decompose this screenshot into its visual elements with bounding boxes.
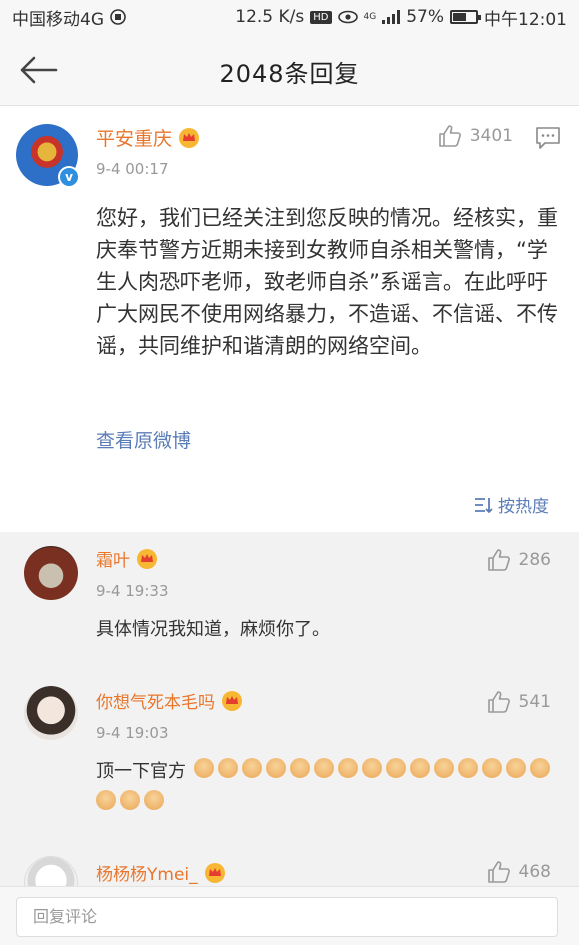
like-count: 468 xyxy=(518,862,551,882)
author-label: 平安重庆 xyxy=(96,128,173,150)
crown-icon xyxy=(204,862,225,883)
fist-emoji-icon xyxy=(386,758,406,778)
status-bar: 中国移动4G 12.5 K/s HD 4G 57% 中午12:01 xyxy=(0,0,579,34)
thumbs-up-icon xyxy=(438,125,461,147)
clock: 中午12:01 xyxy=(484,9,567,30)
sort-icon xyxy=(475,497,493,513)
like-count: 541 xyxy=(518,692,551,712)
page-title: 2048条回复 xyxy=(219,60,360,88)
battery-percent: 57% xyxy=(406,7,444,27)
like-count: 286 xyxy=(518,550,551,570)
reply-list: 霜叶 9-4 19:33 具体情况我知道，麻烦你了。 286 你想气死本毛吗 9… xyxy=(0,532,579,886)
avatar[interactable] xyxy=(24,686,78,740)
carrier-label: 中国移动4G xyxy=(12,9,104,30)
fist-emoji-icon xyxy=(194,758,214,778)
fist-emoji-icon xyxy=(458,758,478,778)
fist-emoji-icon xyxy=(434,758,454,778)
crown-icon xyxy=(179,127,200,148)
avatar[interactable] xyxy=(24,856,78,886)
reply-time: 9-4 19:33 xyxy=(96,582,169,600)
eye-icon xyxy=(337,10,358,24)
post-time: 9-4 00:17 xyxy=(96,160,169,178)
list-item: 霜叶 9-4 19:33 具体情况我知道，麻烦你了。 286 xyxy=(0,532,579,672)
reply-text: 具体情况我知道，麻烦你了。 xyxy=(96,619,330,640)
fist-emoji-icon xyxy=(530,758,550,778)
fist-emoji-icon xyxy=(144,790,164,810)
reply-time: 9-4 19:03 xyxy=(96,724,169,742)
like-button[interactable]: 468 xyxy=(487,860,551,884)
main-post: v 平安重庆 9-4 00:17 3401 您好，我们已经关注到您反映的情况。经… xyxy=(0,106,579,532)
fist-emoji-icon xyxy=(362,758,382,778)
sort-label: 按热度 xyxy=(498,497,549,517)
avatar[interactable] xyxy=(24,546,78,600)
network-type: 4G xyxy=(363,11,377,22)
verified-badge: v xyxy=(58,166,80,188)
fist-emoji-icon xyxy=(314,758,334,778)
like-button[interactable]: 3401 xyxy=(438,124,513,148)
fist-emoji-icon xyxy=(290,758,310,778)
emoji-row: 顶一下官方 xyxy=(96,758,556,810)
reply-author[interactable]: 杨杨杨Ymei_ xyxy=(96,860,226,885)
nav-bar: 2048条回复 xyxy=(0,34,579,106)
fist-emoji-icon xyxy=(242,758,262,778)
fist-emoji-icon xyxy=(506,758,526,778)
crown-icon xyxy=(222,690,242,711)
list-item: 杨杨杨Ymei_ 468 xyxy=(0,848,579,886)
post-text: 您好，我们已经关注到您反映的情况。经核实，重庆奉节警方近期未接到女教师自杀相关警… xyxy=(96,206,558,358)
fist-emoji-icon xyxy=(96,790,116,810)
battery-icon xyxy=(450,10,481,24)
reply-input[interactable]: 回复评论 xyxy=(16,897,558,937)
fist-emoji-icon xyxy=(338,758,358,778)
fist-emoji-icon xyxy=(120,790,140,810)
reply-text-label: 顶一下官方 xyxy=(96,761,186,782)
like-button[interactable]: 286 xyxy=(487,548,551,572)
notification-icon xyxy=(110,9,126,25)
fist-emoji-icon xyxy=(266,758,286,778)
signal-icon xyxy=(382,10,401,24)
view-original-link[interactable]: 查看原微博 xyxy=(96,426,191,453)
hd-badge: HD xyxy=(310,10,332,24)
author-name[interactable]: 平安重庆 xyxy=(96,124,200,151)
bottom-bar: 回复评论 xyxy=(0,886,579,945)
fist-emoji-icon xyxy=(482,758,502,778)
like-button[interactable]: 541 xyxy=(487,690,551,714)
sort-button[interactable]: 按热度 xyxy=(474,492,549,517)
reply-text: 顶一下官方 xyxy=(96,758,556,810)
reply-author[interactable]: 霜叶 xyxy=(96,546,158,571)
comment-button[interactable] xyxy=(535,126,561,154)
fist-emoji-icon xyxy=(218,758,238,778)
reply-author-label: 你想气死本毛吗 xyxy=(96,693,215,713)
fist-emoji-icon xyxy=(410,758,430,778)
comment-icon xyxy=(536,127,560,149)
list-item: 你想气死本毛吗 9-4 19:03 顶一下官方 541 xyxy=(0,678,579,848)
thumbs-up-icon xyxy=(487,691,510,713)
network-speed: 12.5 K/s xyxy=(235,7,305,27)
avatar[interactable]: v xyxy=(16,124,80,188)
thumbs-up-icon xyxy=(487,861,510,883)
reply-author[interactable]: 你想气死本毛吗 xyxy=(96,688,243,713)
crown-icon xyxy=(137,548,157,569)
reply-author-label: 霜叶 xyxy=(96,551,130,571)
reply-author-label: 杨杨杨Ymei_ xyxy=(96,865,198,885)
thumbs-up-icon xyxy=(487,549,510,571)
like-count: 3401 xyxy=(469,126,513,146)
